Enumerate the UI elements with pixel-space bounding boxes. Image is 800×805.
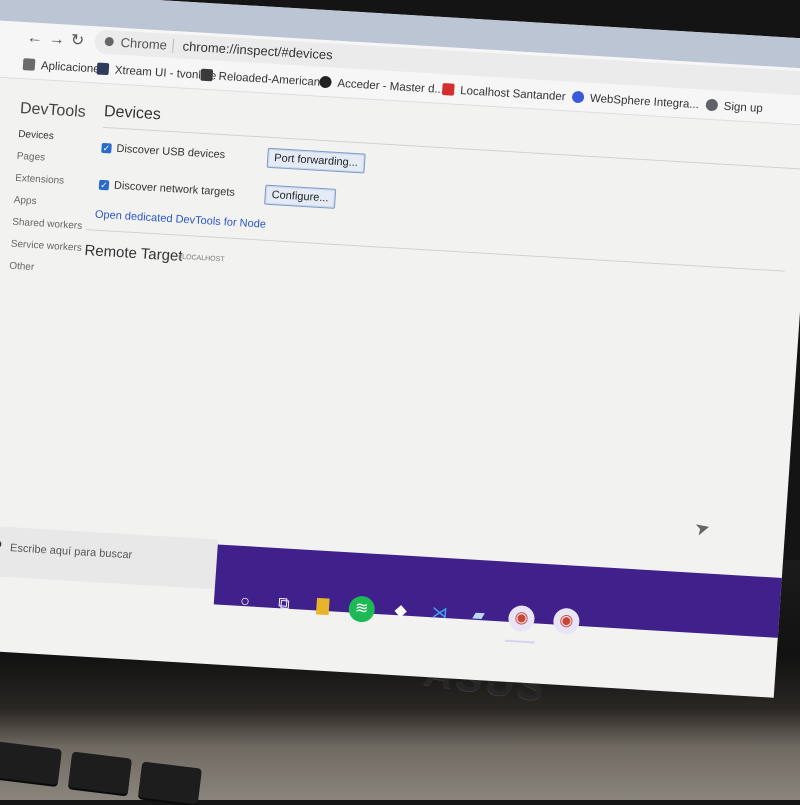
network-checkbox[interactable]: ✓ bbox=[98, 179, 110, 191]
sidebar-item-service-workers[interactable]: Service workers bbox=[10, 239, 82, 254]
globe-icon bbox=[571, 90, 585, 104]
divider bbox=[85, 229, 785, 272]
chrome-icon[interactable]: ◉ bbox=[507, 604, 536, 633]
bookmark-label: WebSphere Integra... bbox=[589, 92, 700, 112]
usb-checkbox-label: Discover USB devices bbox=[116, 142, 226, 162]
bookmark-icon bbox=[319, 75, 332, 89]
bookmark-label: Localhost Santander bbox=[459, 85, 566, 104]
bookmark-sign-up[interactable]: Sign up bbox=[705, 97, 763, 118]
site-info-icon[interactable] bbox=[104, 36, 115, 47]
page-title: Devices bbox=[103, 102, 162, 124]
bookmark-label: Acceder - Master d... bbox=[337, 77, 445, 97]
forward-arrow-icon[interactable]: → bbox=[48, 31, 65, 49]
omnibox-site-label: Chrome bbox=[120, 34, 168, 53]
mouse-cursor-icon: ➤ bbox=[692, 516, 713, 540]
sidebar-item-pages[interactable]: Pages bbox=[16, 151, 45, 164]
bookmark-label: Sign up bbox=[723, 100, 764, 116]
git-icon[interactable]: ◆ bbox=[387, 598, 415, 625]
sidebar-item-other[interactable]: Other bbox=[9, 261, 35, 273]
sidebar-item-apps[interactable]: Apps bbox=[13, 195, 37, 207]
chrome-icon[interactable]: ◉ bbox=[552, 607, 581, 636]
network-checkbox-label: Discover network targets bbox=[113, 179, 236, 199]
reload-icon[interactable]: ↻ bbox=[70, 32, 85, 50]
warning-icon bbox=[441, 83, 455, 96]
apps-grid-icon bbox=[22, 58, 36, 71]
keyboard-key bbox=[138, 761, 202, 805]
bookmark-label: Reloaded-American... bbox=[218, 70, 331, 90]
bookmark-icon bbox=[96, 62, 110, 76]
back-arrow-icon[interactable]: ← bbox=[26, 29, 43, 47]
app-icon[interactable]: ▰ bbox=[465, 602, 493, 629]
sidebar-item-extensions[interactable]: Extensions bbox=[15, 173, 65, 187]
bookmark-icon bbox=[200, 68, 214, 82]
keyboard-key bbox=[0, 740, 62, 786]
vscode-icon[interactable]: ⋊ bbox=[426, 600, 454, 627]
screen: ← → ↻ Chrome chrome://inspect/#devices A… bbox=[0, 0, 800, 698]
task-view-icon[interactable]: ⧉ bbox=[270, 591, 298, 618]
configure-button[interactable]: Configure... bbox=[264, 184, 337, 209]
active-app-indicator bbox=[504, 639, 535, 644]
file-explorer-icon[interactable]: ▇ bbox=[309, 593, 337, 620]
spotify-icon[interactable]: ≋ bbox=[347, 595, 376, 623]
taskbar bbox=[213, 544, 800, 640]
sidebar-item-devices[interactable]: Devices bbox=[18, 129, 54, 142]
keyboard-key bbox=[68, 751, 132, 795]
google-g-icon bbox=[705, 98, 719, 112]
omnibox-separator bbox=[172, 38, 175, 53]
port-forwarding-button[interactable]: Port forwarding... bbox=[266, 147, 366, 174]
open-node-devtools-link[interactable]: Open dedicated DevTools for Node bbox=[95, 209, 267, 231]
remote-target-host: #LOCALHOST bbox=[178, 253, 225, 264]
sidebar-title: DevTools bbox=[19, 100, 87, 121]
sidebar-item-shared-workers[interactable]: Shared workers bbox=[12, 217, 83, 232]
usb-checkbox[interactable]: ✓ bbox=[101, 142, 112, 154]
cortana-icon[interactable]: ○ bbox=[231, 588, 259, 615]
remote-target-title: Remote Target bbox=[83, 242, 184, 265]
